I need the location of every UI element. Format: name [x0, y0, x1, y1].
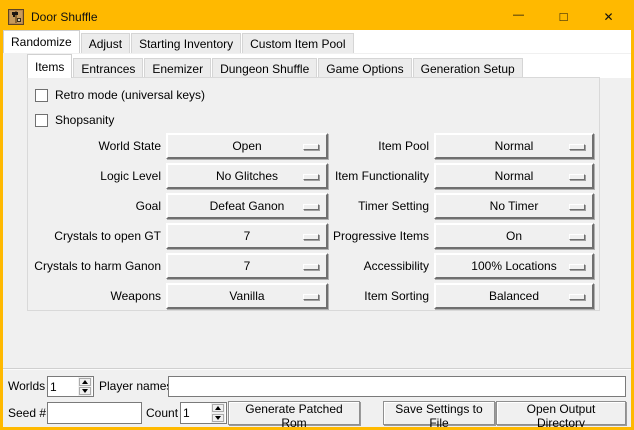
- item-sorting-label: Item Sorting: [328, 283, 429, 309]
- tab-starting-inventory[interactable]: Starting Inventory: [131, 33, 241, 53]
- save-settings-button[interactable]: Save Settings to File: [383, 401, 495, 425]
- dropdown-weapons[interactable]: Vanilla: [166, 283, 328, 309]
- progressive-items-label: Progressive Items: [328, 223, 429, 249]
- checkbox-icon: [35, 114, 48, 127]
- dropdown-progressive-items[interactable]: On: [434, 223, 594, 249]
- close-button[interactable]: ✕: [586, 3, 631, 30]
- tab-game-options[interactable]: Game Options: [318, 58, 411, 78]
- dropdown-indicator-icon: [303, 174, 319, 180]
- dropdown-item-sorting[interactable]: Balanced: [434, 283, 594, 309]
- inner-tab-bar: Items Entrances Enemizer Dungeon Shuffle…: [27, 54, 631, 78]
- door-shuffle-window: Door Shuffle — □ ✕ Randomize Adjust Star…: [0, 0, 634, 430]
- worlds-label: Worlds: [8, 375, 45, 397]
- tab-randomize[interactable]: Randomize: [3, 30, 80, 53]
- worlds-input[interactable]: [48, 377, 78, 396]
- tab-enemizer[interactable]: Enemizer: [144, 58, 211, 78]
- minimize-button[interactable]: —: [496, 3, 541, 30]
- goal-label: Goal: [28, 193, 161, 219]
- dropdown-crystals-harm-ganon[interactable]: 7: [166, 253, 328, 279]
- generate-patched-rom-button[interactable]: Generate Patched Rom: [228, 401, 360, 425]
- open-output-directory-button[interactable]: Open Output Directory: [496, 401, 626, 425]
- options-row: Logic Level No Glitches Item Functionali…: [28, 163, 599, 189]
- dropdown-indicator-icon: [303, 264, 319, 270]
- dropdown-item-pool[interactable]: Normal: [434, 133, 594, 159]
- options-row: Weapons Vanilla Item Sorting Balanced: [28, 283, 599, 309]
- dropdown-item-functionality[interactable]: Normal: [434, 163, 594, 189]
- spin-down-icon: [82, 389, 88, 393]
- checkbox-icon: [35, 89, 48, 102]
- spin-up-button[interactable]: [212, 404, 224, 412]
- dropdown-logic-level[interactable]: No Glitches: [166, 163, 328, 189]
- window-title: Door Shuffle: [31, 10, 98, 24]
- worlds-spinbox: [47, 376, 94, 397]
- player-names-label: Player names: [99, 375, 172, 397]
- spin-down-button[interactable]: [79, 387, 91, 395]
- spin-up-icon: [82, 380, 88, 384]
- close-icon: ✕: [603, 10, 613, 24]
- bottom-panel: Worlds Player names Seed # Count Generat…: [3, 368, 631, 427]
- crystals-open-gt-label: Crystals to open GT: [28, 223, 161, 249]
- tab-entrances[interactable]: Entrances: [73, 58, 143, 78]
- minimize-icon: —: [513, 9, 524, 21]
- spin-arrows: [211, 403, 225, 423]
- options-grid: World State Open Item Pool Normal Logic …: [28, 133, 599, 313]
- tab-dungeon-shuffle[interactable]: Dungeon Shuffle: [212, 58, 317, 78]
- world-state-label: World State: [28, 133, 161, 159]
- maximize-icon: □: [560, 9, 568, 24]
- window-controls: — □ ✕: [496, 3, 631, 30]
- spin-up-icon: [215, 406, 221, 410]
- tab-items[interactable]: Items: [27, 54, 72, 78]
- player-names-input[interactable]: [168, 376, 626, 397]
- dropdown-indicator-icon: [303, 234, 319, 240]
- dropdown-indicator-icon: [569, 264, 585, 270]
- dropdown-crystals-open-gt[interactable]: 7: [166, 223, 328, 249]
- dropdown-indicator-icon: [569, 234, 585, 240]
- checkbox-shopsanity[interactable]: Shopsanity: [35, 112, 114, 128]
- dropdown-goal[interactable]: Defeat Ganon: [166, 193, 328, 219]
- app-icon: [8, 9, 24, 25]
- options-row: Crystals to open GT 7 Progressive Items …: [28, 223, 599, 249]
- item-functionality-label: Item Functionality: [328, 163, 429, 189]
- options-row: Goal Defeat Ganon Timer Setting No Timer: [28, 193, 599, 219]
- dropdown-timer-setting[interactable]: No Timer: [434, 193, 594, 219]
- spin-arrows: [78, 377, 92, 396]
- dropdown-indicator-icon: [569, 204, 585, 210]
- accessibility-label: Accessibility: [328, 253, 429, 279]
- dropdown-indicator-icon: [569, 174, 585, 180]
- dropdown-world-state[interactable]: Open: [166, 133, 328, 159]
- dropdown-indicator-icon: [569, 294, 585, 300]
- options-row: Crystals to harm Ganon 7 Accessibility 1…: [28, 253, 599, 279]
- outer-tab-bar: Randomize Adjust Starting Inventory Cust…: [3, 30, 631, 53]
- items-tab-pane: Retro mode (universal keys) Shopsanity W…: [27, 77, 600, 311]
- dropdown-indicator-icon: [303, 144, 319, 150]
- checkbox-label: Shopsanity: [55, 113, 114, 127]
- item-pool-label: Item Pool: [328, 133, 429, 159]
- dropdown-indicator-icon: [303, 294, 319, 300]
- seed-label: Seed #: [8, 402, 46, 424]
- maximize-button[interactable]: □: [541, 3, 586, 30]
- spin-up-button[interactable]: [79, 378, 91, 386]
- dropdown-accessibility[interactable]: 100% Locations: [434, 253, 594, 279]
- count-input[interactable]: [181, 403, 211, 423]
- options-row: World State Open Item Pool Normal: [28, 133, 599, 159]
- tab-generation-setup[interactable]: Generation Setup: [413, 58, 523, 78]
- count-spinbox: [180, 402, 227, 424]
- dropdown-indicator-icon: [303, 204, 319, 210]
- checkbox-label: Retro mode (universal keys): [55, 88, 205, 102]
- dropdown-indicator-icon: [569, 144, 585, 150]
- checkbox-retro-mode[interactable]: Retro mode (universal keys): [35, 87, 205, 103]
- spin-down-icon: [215, 416, 221, 420]
- weapons-label: Weapons: [28, 283, 161, 309]
- logic-level-label: Logic Level: [28, 163, 161, 189]
- crystals-harm-ganon-label: Crystals to harm Ganon: [28, 253, 161, 279]
- timer-setting-label: Timer Setting: [328, 193, 429, 219]
- tab-adjust[interactable]: Adjust: [81, 33, 130, 53]
- title-bar: Door Shuffle — □ ✕: [3, 3, 631, 30]
- spin-down-button[interactable]: [212, 414, 224, 422]
- count-label: Count: [146, 402, 178, 424]
- tab-custom-item-pool[interactable]: Custom Item Pool: [242, 33, 353, 53]
- seed-input[interactable]: [47, 402, 142, 424]
